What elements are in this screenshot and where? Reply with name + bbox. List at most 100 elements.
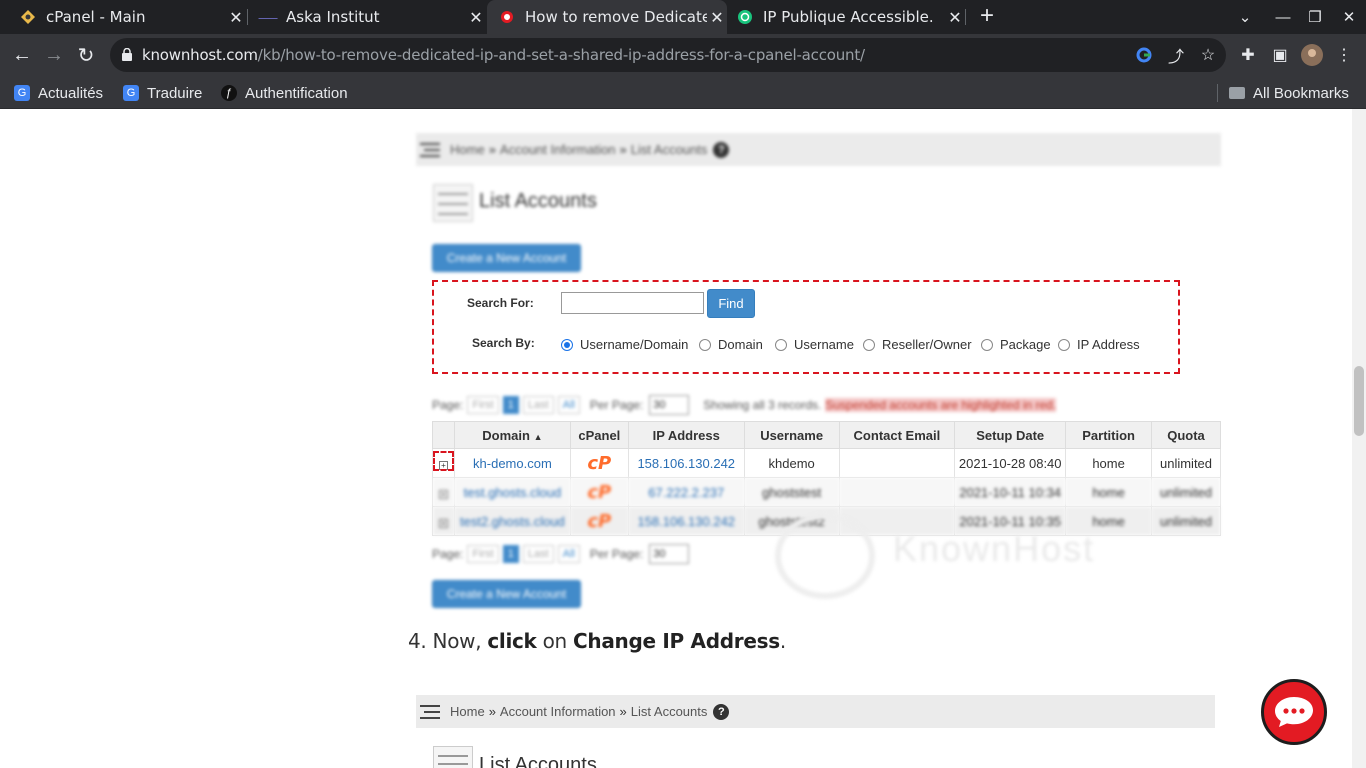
aska-favicon: ⸺ [257,10,279,25]
radio-ip-address: IP Address [1058,337,1140,352]
col-label: Domain [482,427,530,443]
chat-widget-button[interactable] [1261,679,1327,745]
radio-username-domain: Username/Domain [561,337,688,352]
pager-last: Last [522,396,554,414]
minimize-button[interactable]: — [1266,0,1300,34]
new-tab-button[interactable]: + [975,4,999,29]
crumb-home: Home [450,142,485,157]
scrollbar-track[interactable] [1352,109,1366,768]
col-username: Username [743,421,840,449]
radio-label: Reseller/Owner [882,337,972,352]
menu-icon [420,142,440,157]
ip-cell: 158.106.130.242 [627,506,745,536]
share-icon[interactable]: ⤴ [1166,45,1186,66]
crumb-list-accounts: List Accounts [630,704,708,719]
col-domain: Domain ▲ [453,421,571,449]
crumb-account-information: Account Information [499,704,616,719]
close-icon[interactable]: ✕ [707,7,727,27]
per-page-label: Per Page: [589,398,644,412]
lock-icon [122,48,132,61]
radio-icon [981,338,993,351]
sort-asc-icon: ▲ [533,431,543,442]
search-highlight-box [432,280,1180,374]
google-news-icon: G [14,85,30,101]
close-icon[interactable]: ✕ [466,7,486,27]
url-host: knownhost.com [142,46,258,64]
watermark-logo-icon [775,513,875,599]
auth-icon: ƒ [221,85,237,101]
tab-how-to-remove-dedicated[interactable]: How to remove Dedicated ✕ [487,0,727,34]
bookmarks-bar: G Actualités G Traduire ƒ Authentification … [0,76,1366,109]
side-panel-icon[interactable]: ▣ [1268,43,1292,67]
tab-divider [965,9,966,25]
help-icon: ? [713,703,730,720]
bookmark-traduire[interactable]: G Traduire [123,81,202,105]
expand-cell: + [432,477,455,507]
quota-cell: unlimited [1151,506,1221,536]
quota-cell: unlimited [1151,448,1221,478]
per-page-label: Per Page: [589,547,644,561]
radio-label: Package [1000,337,1051,352]
bookmark-label: Traduire [147,84,203,102]
col-contact-email: Contact Email [838,421,956,449]
tab-cpanel-main[interactable]: cPanel - Main ✕ [8,0,246,34]
extensions-icon[interactable]: ✚ [1236,43,1260,67]
radio-selected-icon [561,338,573,351]
tab-ip-publique[interactable]: IP Publique Accessible. ✕ [727,0,965,34]
radio-label: Username [794,337,854,352]
close-window-button[interactable]: ✕ [1332,0,1366,34]
step-text: on [542,629,568,653]
radio-package: Package [981,337,1051,352]
bookmark-actualites[interactable]: G Actualités [14,81,103,105]
google-lens-icon[interactable] [1134,45,1154,65]
address-bar[interactable]: knownhost.com/kb/how-to-remove-dedicated… [110,38,1226,72]
back-button[interactable]: ← [6,39,38,71]
domain-cell: test2.ghosts.cloud [453,506,571,536]
tab-title: How to remove Dedicated [525,8,707,26]
col-expand [432,421,455,449]
restore-button[interactable]: ❐ [1298,0,1332,34]
menu-kebab-icon[interactable]: ⋮ [1332,43,1356,67]
search-by-label: Search By: [472,336,535,350]
expand-icon: + [438,489,448,499]
radio-username: Username [775,337,854,352]
search-for-label: Search For: [467,296,534,310]
step-text: Now, [432,629,482,653]
radio-icon [699,338,711,351]
tab-aska-institut[interactable]: ⸺ Aska Institut ✕ [248,0,486,34]
setup-date-cell: 2021-10-28 08:40 [954,448,1067,478]
bookmark-authentification[interactable]: ƒ Authentification [221,81,348,105]
shot2-breadcrumb: Home» Account Information» List Accounts… [416,695,1215,728]
col-ip-address: IP Address [627,421,745,449]
url-path: /kb/how-to-remove-dedicated-ip-and-set-a… [257,46,865,64]
close-icon[interactable]: ✕ [945,7,965,27]
star-icon[interactable]: ☆ [1198,45,1218,65]
url-text: knownhost.com/kb/how-to-remove-dedicated… [142,46,865,64]
all-bookmarks[interactable]: All Bookmarks [1229,81,1349,105]
bookmark-label: Authentification [245,84,348,102]
setup-date-cell: 2021-10-11 10:34 [954,477,1067,507]
radio-icon [1058,338,1070,351]
radio-icon [863,338,875,351]
step-4-text: 4. Now, click on Change IP Address. [408,629,786,653]
reload-button[interactable]: ↻ [70,39,102,71]
quota-cell: unlimited [1151,477,1221,507]
pager-top: Page: First 1 Last All Per Page: 30 Show… [432,395,1057,415]
domain-cell: kh-demo.com [453,448,571,478]
shot2-title: List Accounts [479,754,597,768]
pager-first: First [467,396,499,414]
scrollbar-thumb[interactable] [1354,366,1364,436]
expand-highlight-box [433,451,454,471]
per-page-select: 30 [649,395,690,415]
col-partition: Partition [1065,421,1153,449]
step-target: Change IP Address [573,629,780,653]
create-account-button-bottom: Create a New Account [432,580,581,608]
cpanel-logo-icon: cP [569,477,629,507]
cpanel-logo-icon: cP [569,506,629,536]
tab-search-chevron-icon[interactable]: ⌄ [1228,0,1262,34]
forward-button[interactable]: → [38,39,70,71]
profile-avatar[interactable] [1300,43,1324,67]
pager-first: First [467,545,499,563]
expand-icon: + [438,518,448,528]
close-icon[interactable]: ✕ [226,7,246,27]
